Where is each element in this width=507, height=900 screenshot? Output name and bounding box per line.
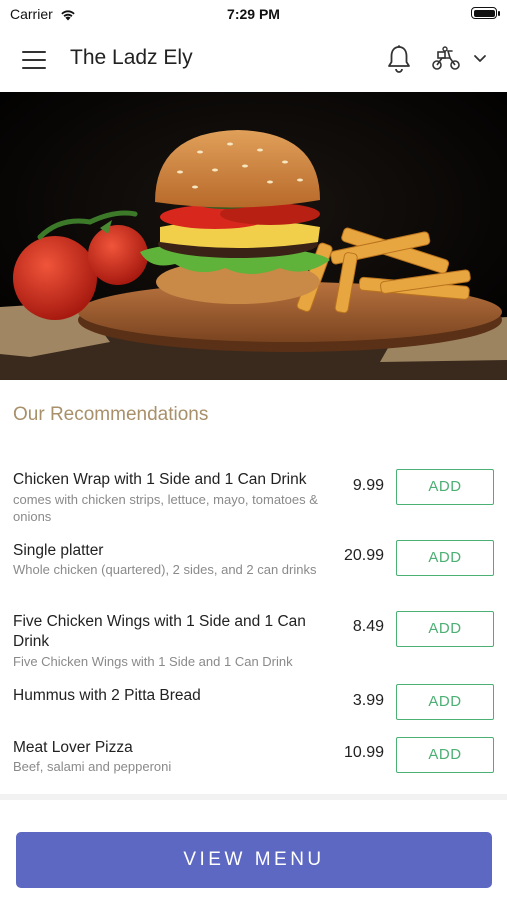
add-button[interactable]: ADD [396,469,494,505]
item-description: comes with chicken strips, lettuce, mayo… [13,492,318,524]
status-time: 7:29 PM [227,6,280,22]
hero-burger-image [0,92,507,380]
add-button[interactable]: ADD [396,737,494,773]
add-button[interactable]: ADD [396,684,494,720]
recommendations-title: Our Recommendations [13,404,209,425]
item-price: 8.49 [352,618,384,635]
section-divider [0,794,507,800]
item-price: 20.99 [343,547,384,564]
item-description: Five Chicken Wings with 1 Side and 1 Can… [13,654,293,669]
restaurant-title: The Ladz Ely [70,46,193,69]
chevron-down-icon[interactable] [472,50,488,66]
item-name: Chicken Wrap with 1 Side and 1 Can Drink [13,471,307,488]
item-description: Beef, salami and pepperoni [13,759,172,774]
status-bar: Carrier 7:29 PM [0,0,507,28]
notification-bell-icon[interactable] [385,44,413,74]
delivery-scooter-icon[interactable] [430,46,462,72]
battery-icon [471,7,500,19]
item-description: Whole chicken (quartered), 2 sides, and … [13,562,317,577]
add-button[interactable]: ADD [396,611,494,647]
burger-illustration [0,92,507,380]
add-button[interactable]: ADD [396,540,494,576]
item-price: 10.99 [343,744,384,761]
item-name: Five Chicken Wings with 1 Side and 1 Can… [13,613,306,650]
view-menu-button[interactable]: VIEW MENU [16,832,492,888]
item-name: Hummus with 2 Pitta Bread [13,687,201,704]
item-price: 3.99 [352,692,384,709]
app-header: The Ladz Ely [0,28,507,92]
item-price: 9.99 [352,477,384,494]
item-name: Single platter [13,542,104,559]
item-name: Meat Lover Pizza [13,739,133,756]
hamburger-menu-icon[interactable] [22,48,48,72]
